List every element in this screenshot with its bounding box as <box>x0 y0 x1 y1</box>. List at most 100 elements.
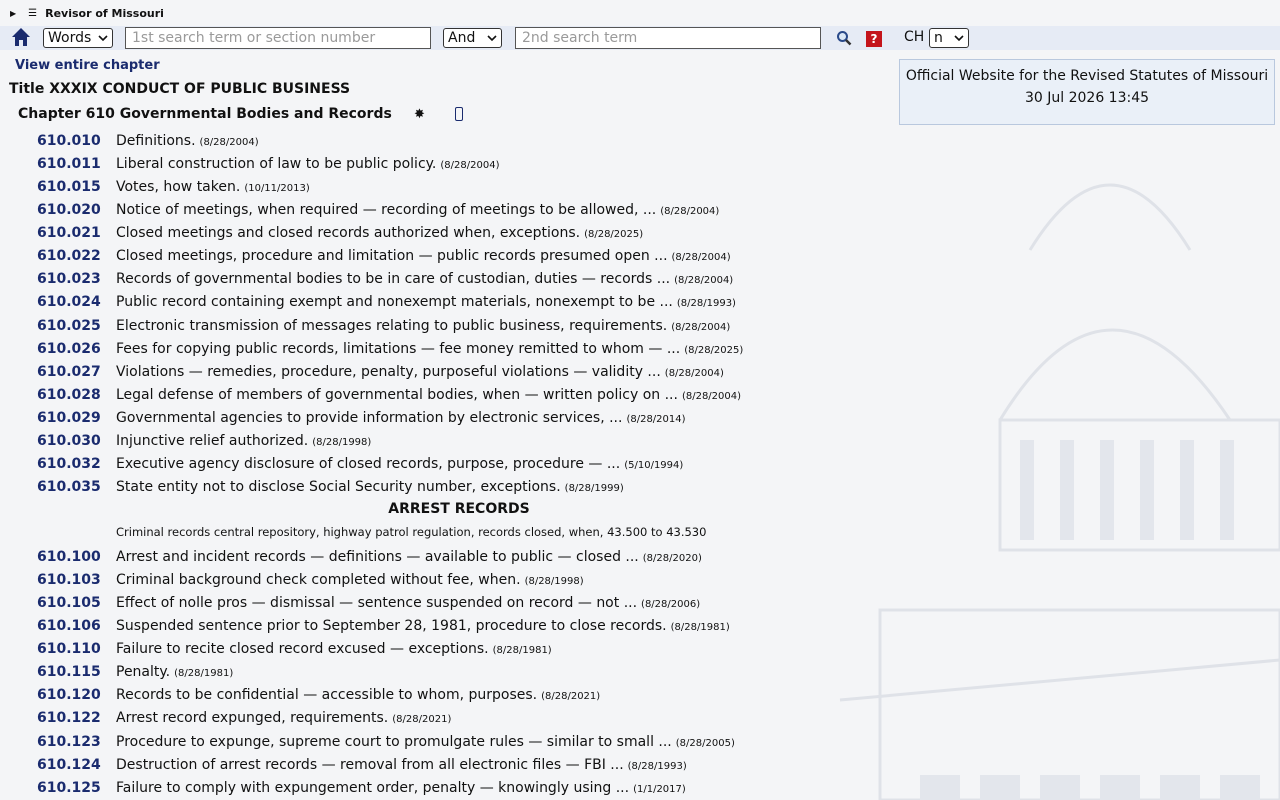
section-number-link[interactable]: 610.015 <box>37 179 101 195</box>
arrest-records-note: Criminal records central repository, hig… <box>116 525 707 539</box>
section-number-link[interactable]: 610.021 <box>37 225 101 241</box>
section-date: (8/28/1998) <box>524 576 584 588</box>
chevron-down-icon <box>487 35 497 42</box>
boolean-operator-select[interactable]: And <box>443 28 502 48</box>
section-number-link[interactable]: 610.100 <box>37 549 101 565</box>
section-description: Notice of meetings, when required — reco… <box>116 202 719 218</box>
section-number-link[interactable]: 610.023 <box>37 271 101 287</box>
section-date: (8/28/2004) <box>671 321 731 333</box>
section-number-link[interactable]: 610.123 <box>37 734 101 750</box>
section-number-link[interactable]: 610.105 <box>37 595 101 611</box>
first-search-term-input[interactable]: 1st search term or section number <box>125 27 431 49</box>
section-date: (8/28/2020) <box>642 553 702 564</box>
section-date: (8/28/2004) <box>664 367 724 379</box>
section-title: Definitions. <box>116 133 196 149</box>
chapter-heading: Chapter 610 Governmental Bodies and Reco… <box>18 106 392 122</box>
section-description: Legal defense of members of governmental… <box>116 387 741 403</box>
section-title: Injunctive relief authorized. <box>116 432 309 449</box>
section-title: Criminal background check completed with… <box>116 572 521 589</box>
chevron-down-icon <box>98 35 108 42</box>
section-date: (8/28/1981) <box>174 668 234 680</box>
section-description: Arrest and incident records — definition… <box>116 549 702 565</box>
search-toolbar: Words 1st search term or section number … <box>0 26 1280 50</box>
section-title: Votes, how taken. <box>116 179 241 196</box>
section-description: Injunctive relief authorized. (8/28/1998) <box>116 433 371 449</box>
section-description: Arrest record expunged, requirements. (8/… <box>116 710 451 726</box>
boolean-operator-value: And <box>448 30 476 46</box>
section-number-link[interactable]: 610.124 <box>37 757 101 773</box>
section-description: Violations — remedies, procedure, penalt… <box>116 364 724 380</box>
section-number-link[interactable]: 610.010 <box>37 133 101 149</box>
section-title: Records to be confidential — accessible … <box>116 687 538 704</box>
section-number-link[interactable]: 610.030 <box>37 433 101 449</box>
section-number-link[interactable]: 610.024 <box>37 294 101 310</box>
section-number-link[interactable]: 610.027 <box>37 364 101 380</box>
section-title: Closed meetings and closed records autho… <box>116 225 581 242</box>
section-number-link[interactable]: 610.022 <box>37 248 101 264</box>
section-description: Records to be confidential — accessible … <box>116 687 600 703</box>
section-description: Closed meetings and closed records autho… <box>116 225 643 241</box>
bookmark-icon[interactable] <box>455 107 463 121</box>
section-number-link[interactable]: 610.103 <box>37 572 101 588</box>
section-title: Effect of nolle pros — dismissal — sente… <box>116 595 638 612</box>
menu-icon[interactable]: ☰ <box>28 8 37 19</box>
home-icon[interactable] <box>10 26 32 48</box>
section-number-link[interactable]: 610.025 <box>37 318 101 334</box>
section-number-link[interactable]: 610.106 <box>37 618 101 634</box>
chapter-select[interactable]: n <box>929 28 969 48</box>
section-date: (8/28/2004) <box>674 275 734 287</box>
chevron-down-icon <box>954 35 964 42</box>
section-date: (8/28/2025) <box>684 344 744 356</box>
section-date: (8/28/1993) <box>627 760 687 772</box>
section-description: Effect of nolle pros — dismissal — sente… <box>116 595 700 611</box>
section-number-link[interactable]: 610.032 <box>37 456 101 472</box>
section-title: Failure to recite closed record excused … <box>116 641 489 658</box>
official-website-text: Official Website for the Revised Statute… <box>905 68 1269 84</box>
second-search-term-input[interactable]: 2nd search term <box>515 27 821 49</box>
section-number-link[interactable]: 610.011 <box>37 156 101 172</box>
chapter-select-value: n <box>934 30 943 46</box>
section-title: Records of governmental bodies to be in … <box>116 271 671 288</box>
section-date: (1/1/2017) <box>633 783 686 795</box>
view-entire-chapter-link[interactable]: View entire chapter <box>15 58 160 73</box>
section-number-link[interactable]: 610.035 <box>37 479 101 495</box>
section-title: Governmental agencies to provide informa… <box>116 409 623 426</box>
section-number-link[interactable]: 610.029 <box>37 410 101 426</box>
section-date: (8/28/2006) <box>641 599 701 611</box>
section-number-link[interactable]: 610.026 <box>37 341 101 357</box>
section-number-link[interactable]: 610.125 <box>37 780 101 796</box>
section-number-link[interactable]: 610.028 <box>37 387 101 403</box>
official-website-box: Official Website for the Revised Statute… <box>899 59 1275 125</box>
title-heading: Title XXXIX CONDUCT OF PUBLIC BUSINESS <box>9 81 351 97</box>
help-button[interactable]: ? <box>866 31 882 47</box>
search-icon[interactable] <box>836 30 852 46</box>
section-title: Public record containing exempt and none… <box>116 294 673 311</box>
expand-triangle-icon[interactable]: ▶ <box>10 9 16 18</box>
section-number-link[interactable]: 610.120 <box>37 687 101 703</box>
current-date: 30 Jul 2026 13:45 <box>1024 90 1150 106</box>
section-description: Executive agency disclosure of closed re… <box>116 456 683 472</box>
section-description: Destruction of arrest records — removal … <box>116 757 687 773</box>
section-date: (8/28/1981) <box>670 622 730 634</box>
section-date: (8/28/2014) <box>626 413 686 425</box>
section-title: Failure to comply with expungement order… <box>116 779 630 796</box>
section-date: (8/28/2004) <box>681 390 742 402</box>
section-title: Electronic transmission of messages rela… <box>116 317 668 334</box>
section-number-link[interactable]: 610.115 <box>37 664 101 680</box>
section-description: Suspended sentence prior to September 28… <box>116 618 730 634</box>
section-number-link[interactable]: 610.110 <box>37 641 101 657</box>
section-date: (8/28/1993) <box>676 298 736 310</box>
section-number-link[interactable]: 610.020 <box>37 202 101 218</box>
section-date: (8/28/2005) <box>675 737 735 749</box>
section-date: (8/28/2021) <box>541 691 601 703</box>
section-title: Violations — remedies, procedure, penalt… <box>116 363 661 380</box>
section-description: Penalty. (8/28/1981) <box>116 664 233 680</box>
section-date: (10/11/2013) <box>244 183 310 195</box>
section-description: Records of governmental bodies to be in … <box>116 271 733 287</box>
section-title: State entity not to disclose Social Secu… <box>116 479 561 496</box>
search-type-select[interactable]: Words <box>43 28 113 48</box>
star-icon[interactable]: ✸ <box>414 107 425 122</box>
arrest-records-heading: ARREST RECORDS <box>388 501 530 517</box>
section-date: (8/28/1981) <box>492 645 552 657</box>
section-number-link[interactable]: 610.122 <box>37 710 101 726</box>
